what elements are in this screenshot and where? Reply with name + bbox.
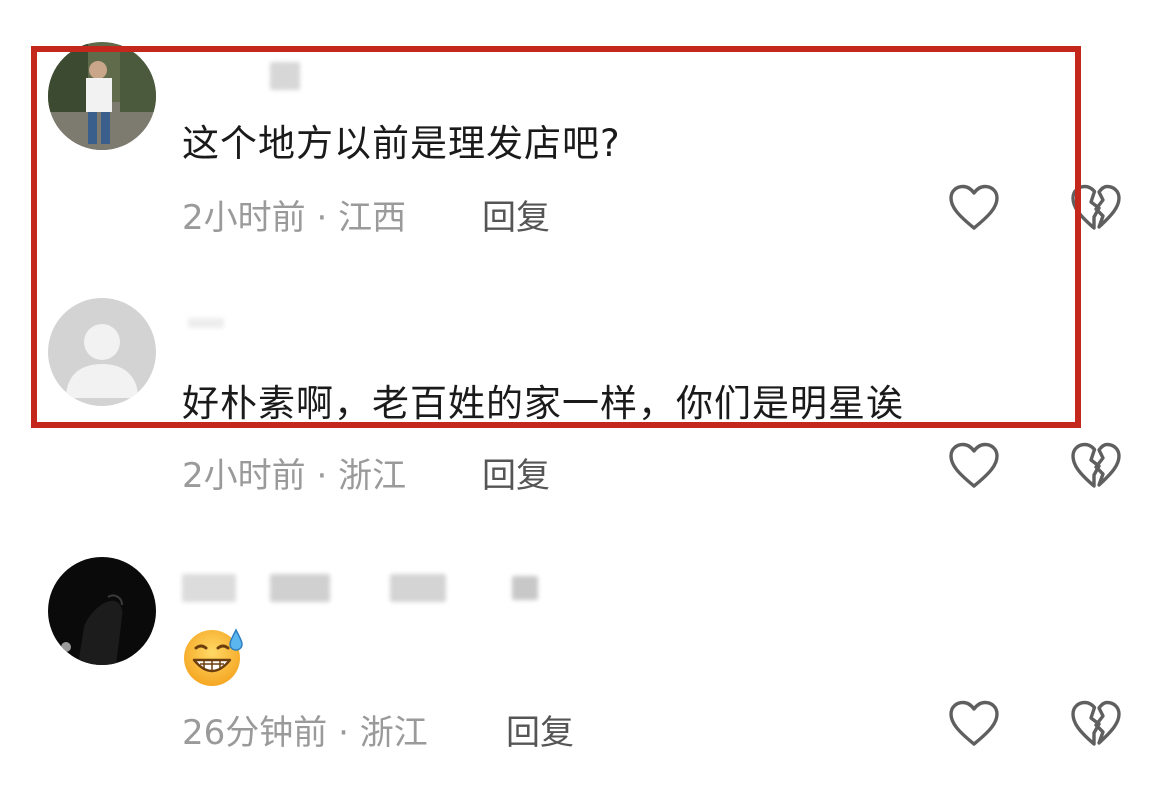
broken-heart-outline-icon[interactable] <box>1070 700 1122 748</box>
comment-time: 2小时前 <box>182 456 306 496</box>
heart-outline-icon[interactable] <box>948 442 1000 490</box>
broken-heart-outline-icon[interactable] <box>1070 442 1122 490</box>
comment-meta: 26分钟前 · 浙江 <box>182 705 428 754</box>
highlight-annotation-box <box>31 46 1081 428</box>
meta-separator: · <box>338 713 349 753</box>
username-redacted <box>182 570 542 602</box>
comment-location: 浙江 <box>338 456 407 496</box>
reply-button[interactable]: 回复 <box>506 705 574 754</box>
comment-time: 26分钟前 <box>182 713 328 753</box>
user-avatar[interactable] <box>48 557 156 665</box>
grinning-sweat-emoji <box>182 624 246 688</box>
comment-location: 浙江 <box>359 713 428 753</box>
reply-button[interactable]: 回复 <box>482 448 550 497</box>
meta-separator: · <box>316 456 328 496</box>
heart-outline-icon[interactable] <box>948 700 1000 748</box>
comment-item: 26分钟前 · 浙江 回复 <box>0 530 1170 794</box>
comment-meta: 2小时前 · 浙江 <box>182 448 406 497</box>
